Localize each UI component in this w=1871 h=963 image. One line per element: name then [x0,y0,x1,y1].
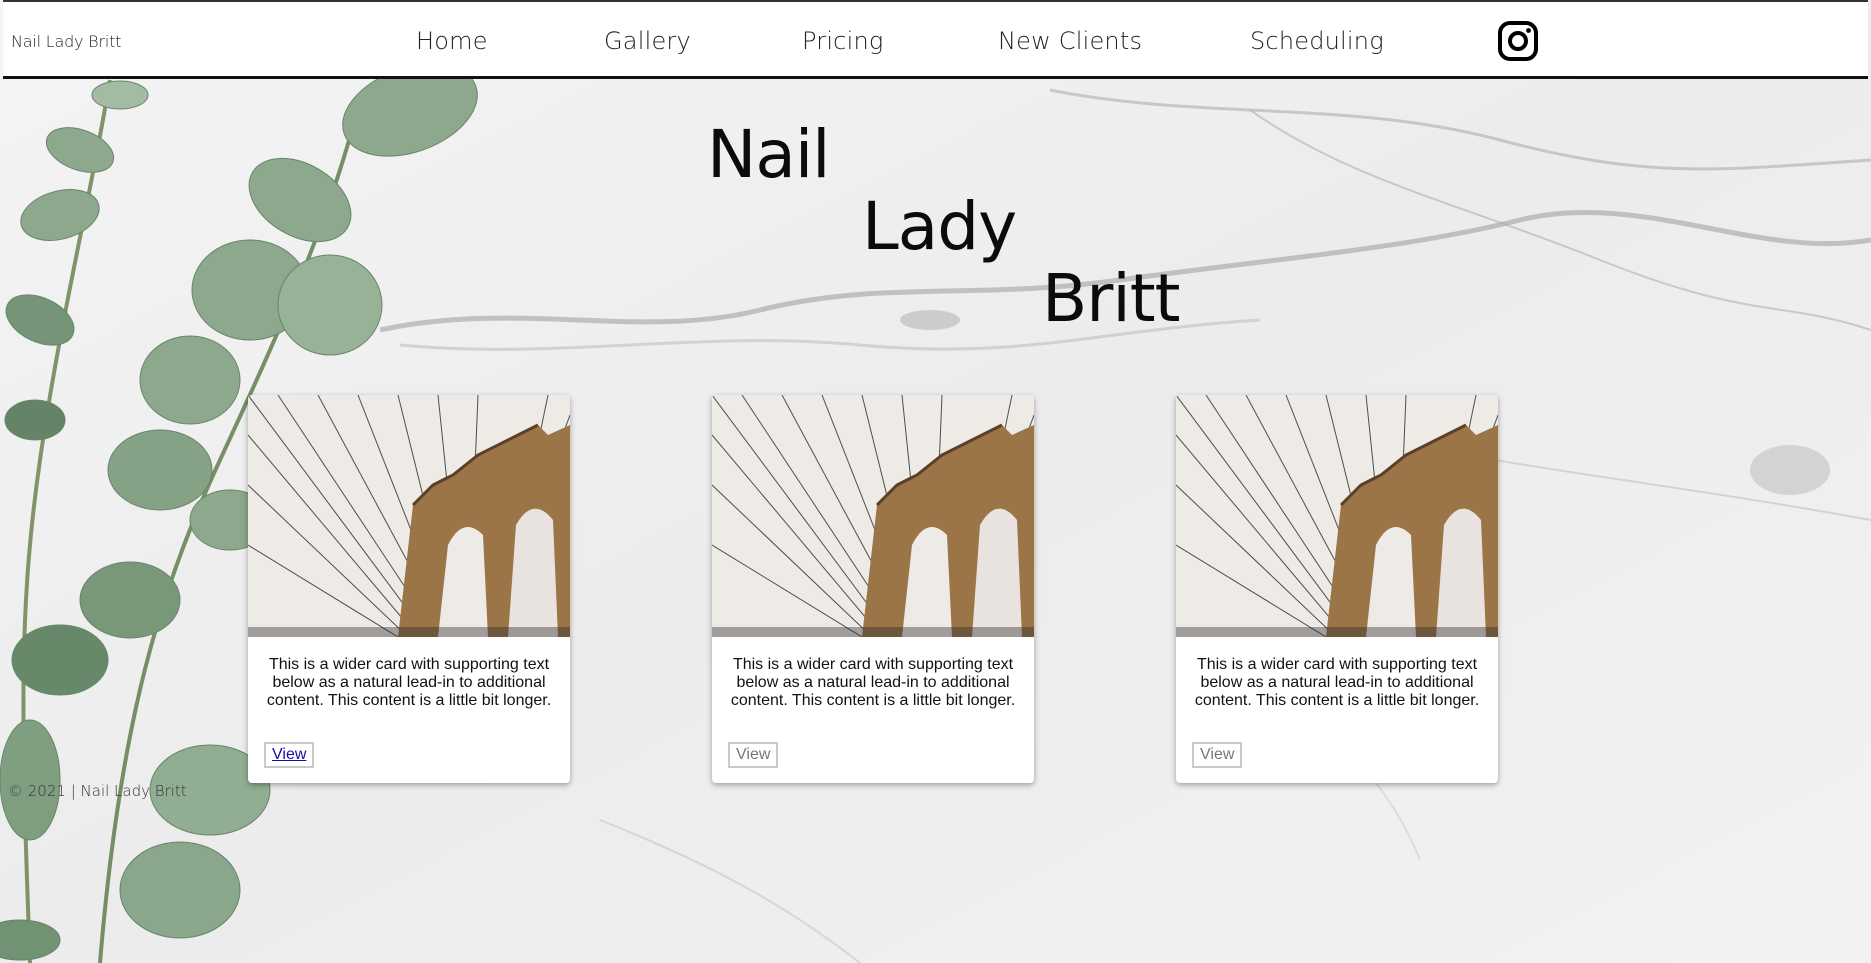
bridge-photo [712,395,1034,637]
hero-title-word-2: Lady [862,188,1017,265]
card-3: This is a wider card with supporting tex… [1176,395,1498,783]
nav-scheduling[interactable]: Scheduling [1250,27,1384,55]
card-text: This is a wider card with supporting tex… [730,656,1016,709]
nav-home[interactable]: Home [416,27,488,55]
view-button[interactable]: View [728,742,779,768]
card-text: This is a wider card with supporting tex… [266,656,552,709]
nav-gallery[interactable]: Gallery [604,27,691,55]
view-button[interactable]: View [1192,742,1243,768]
nav-pricing[interactable]: Pricing [802,27,883,55]
hero-title-word-3: Britt [1042,260,1181,337]
card-text: This is a wider card with supporting tex… [1194,656,1480,709]
site-brand[interactable]: Nail Lady Britt [11,32,121,51]
footer-copyright: © 2021 | Nail Lady Britt [8,782,187,800]
card-2: This is a wider card with supporting tex… [712,395,1034,783]
hero-title-word-1: Nail [707,116,830,193]
bridge-photo [248,395,570,637]
nav-new-clients[interactable]: New Clients [998,27,1142,55]
bridge-photo [1176,395,1498,637]
top-navigation-bar: Nail Lady Britt Home Gallery Pricing New… [3,0,1868,79]
view-button[interactable]: View [264,742,315,768]
instagram-icon[interactable] [1497,20,1539,62]
card-1: This is a wider card with supporting tex… [248,395,570,783]
